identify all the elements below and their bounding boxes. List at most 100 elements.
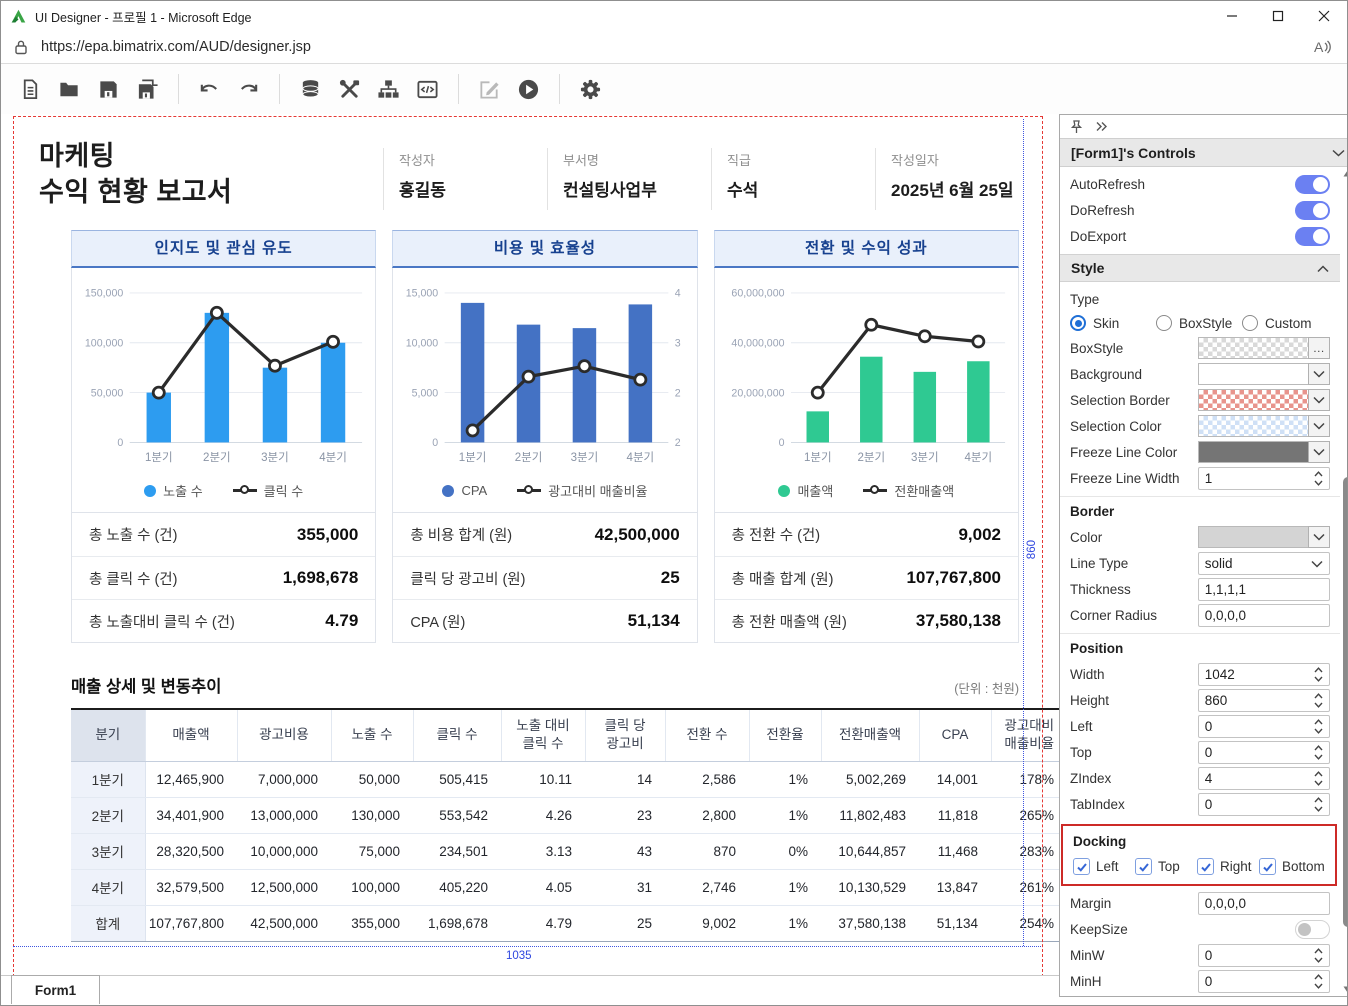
database-icon[interactable] [299, 78, 322, 101]
freeze-line-color-swatch[interactable] [1198, 441, 1308, 463]
selection-border-dropdown-button[interactable] [1308, 389, 1330, 411]
maximize-button[interactable] [1255, 1, 1301, 31]
selection-border-swatch[interactable] [1198, 389, 1308, 411]
radio-boxstyle[interactable]: BoxStyle [1156, 315, 1242, 331]
address-bar[interactable]: https://epa.bimatrix.com/AUD/designer.js… [1, 31, 1347, 64]
dorefresh-toggle[interactable] [1295, 201, 1330, 220]
doexport-toggle[interactable] [1295, 227, 1330, 246]
spinner-arrows-icon[interactable] [1314, 797, 1323, 812]
width-input[interactable] [1205, 667, 1310, 682]
report-header-widget[interactable]: 마케팅 수익 현황 보고서 작성자홍길동부서명컨설팅사업부직급수석작성일자202… [39, 139, 1039, 210]
prop-label: KeepSize [1070, 922, 1128, 937]
chart-card-2[interactable]: 비용 및 효율성025,000210,000315,00041분기2분기3분기4… [392, 230, 697, 643]
table-cell: 14 [585, 761, 665, 797]
panel-scrollbar[interactable] [1340, 167, 1348, 996]
thickness-input[interactable] [1205, 582, 1323, 597]
top-input[interactable] [1205, 745, 1310, 760]
properties-panel: [Form1]'s Controls AutoRefreshDoRefreshD… [1059, 114, 1348, 997]
style-section-header[interactable]: Style [1060, 254, 1340, 282]
margin-field[interactable] [1198, 892, 1330, 915]
svg-text:A: A [1314, 39, 1324, 55]
keepsize-toggle[interactable] [1295, 920, 1330, 939]
spinner-arrows-icon[interactable] [1314, 948, 1323, 963]
corner-radius-input[interactable] [1205, 608, 1323, 623]
width-guide-label: 1035 [506, 950, 532, 962]
left-spinner[interactable] [1198, 715, 1330, 738]
boxstyle-more-button[interactable]: … [1308, 337, 1330, 359]
thickness-field[interactable] [1198, 578, 1330, 601]
code-window-icon[interactable] [416, 78, 439, 101]
prop-label: MinW [1070, 948, 1105, 963]
undo-icon[interactable] [198, 78, 221, 101]
hierarchy-icon[interactable] [377, 78, 400, 101]
run-icon[interactable] [517, 78, 540, 101]
radio-skin[interactable]: Skin [1070, 315, 1156, 331]
left-input[interactable] [1205, 719, 1310, 734]
top-spinner[interactable] [1198, 741, 1330, 764]
checkbox-top[interactable]: Top [1135, 858, 1197, 875]
tabindex-spinner[interactable] [1198, 793, 1330, 816]
close-button[interactable] [1301, 1, 1347, 31]
open-folder-icon[interactable] [58, 78, 81, 101]
new-file-icon[interactable] [19, 78, 42, 101]
line-type-select[interactable]: solid [1198, 552, 1330, 575]
color-swatch[interactable] [1198, 526, 1308, 548]
settings-icon[interactable] [579, 78, 602, 101]
margin-input[interactable] [1205, 896, 1323, 911]
selection-color-dropdown-button[interactable] [1308, 415, 1330, 437]
scrollbar-thumb[interactable] [1343, 477, 1348, 927]
prop-label: Selection Color [1070, 419, 1162, 434]
width-spinner[interactable] [1198, 663, 1330, 686]
spinner-arrows-icon[interactable] [1314, 745, 1323, 760]
tools-icon[interactable] [338, 78, 361, 101]
tabindex-input[interactable] [1205, 797, 1310, 812]
lock-icon[interactable] [14, 39, 28, 55]
boxstyle-swatch[interactable] [1198, 337, 1308, 359]
spinner-arrows-icon[interactable] [1314, 667, 1323, 682]
corner-radius-field[interactable] [1198, 604, 1330, 627]
selection-color-swatch[interactable] [1198, 415, 1308, 437]
radio-custom[interactable]: Custom [1242, 315, 1328, 331]
minimize-button[interactable] [1209, 1, 1255, 31]
checkbox-bottom[interactable]: Bottom [1259, 858, 1325, 875]
read-aloud-icon[interactable]: A [1311, 37, 1333, 57]
checkbox-right[interactable]: Right [1197, 858, 1259, 875]
chart-card-1[interactable]: 인지도 및 관심 유도050,000100,000150,0001분기2분기3분… [71, 230, 376, 643]
design-canvas[interactable]: 1035 860 마케팅 수익 현황 보고서 작성자홍길동부서명컨설팅사업부직급… [1, 114, 1059, 1005]
spinner-arrows-icon[interactable] [1314, 693, 1323, 708]
save-icon[interactable] [97, 78, 120, 101]
sales-table-widget[interactable]: 매출 상세 및 변동추이 (단위 : 천원) 분기매출액광고비용노출 수클릭 수… [71, 673, 1019, 942]
height-input[interactable] [1205, 693, 1310, 708]
spinner-arrows-icon[interactable] [1314, 719, 1323, 734]
table-cell: 10,000,000 [237, 833, 331, 869]
collapse-panel-icon[interactable] [1095, 121, 1109, 132]
minh-spinner[interactable] [1198, 970, 1330, 993]
color-dropdown-button[interactable] [1308, 526, 1330, 548]
background-swatch[interactable] [1198, 363, 1308, 385]
scroll-down-icon[interactable] [1343, 986, 1348, 993]
spinner-arrows-icon[interactable] [1314, 471, 1323, 486]
zindex-input[interactable] [1205, 771, 1310, 786]
checkbox-left[interactable]: Left [1073, 858, 1135, 875]
freeze-line-color-dropdown-button[interactable] [1308, 441, 1330, 463]
freeze-line-width-input[interactable] [1205, 471, 1310, 486]
form-tab[interactable]: Form1 [11, 975, 100, 1004]
background-dropdown-button[interactable] [1308, 363, 1330, 385]
minh-input[interactable] [1205, 974, 1310, 989]
minw-input[interactable] [1205, 948, 1310, 963]
freeze-line-width-spinner[interactable] [1198, 467, 1330, 490]
spinner-arrows-icon[interactable] [1314, 974, 1323, 989]
redo-icon[interactable] [237, 78, 260, 101]
spinner-arrows-icon[interactable] [1314, 771, 1323, 786]
autorefresh-toggle[interactable] [1295, 175, 1330, 194]
controls-header[interactable]: [Form1]'s Controls [1060, 138, 1348, 167]
chart-plot-area: 050,000100,000150,0001분기2분기3분기4분기노출 수클릭 … [71, 268, 376, 513]
pin-icon[interactable] [1070, 120, 1083, 134]
minw-spinner[interactable] [1198, 944, 1330, 967]
scroll-up-icon[interactable] [1343, 170, 1348, 177]
save-as-icon[interactable] [136, 78, 159, 101]
zindex-spinner[interactable] [1198, 767, 1330, 790]
prop-label: Left [1070, 719, 1093, 734]
height-spinner[interactable] [1198, 689, 1330, 712]
chart-card-3[interactable]: 전환 및 수익 성과020,000,00040,000,00060,000,00… [714, 230, 1019, 643]
